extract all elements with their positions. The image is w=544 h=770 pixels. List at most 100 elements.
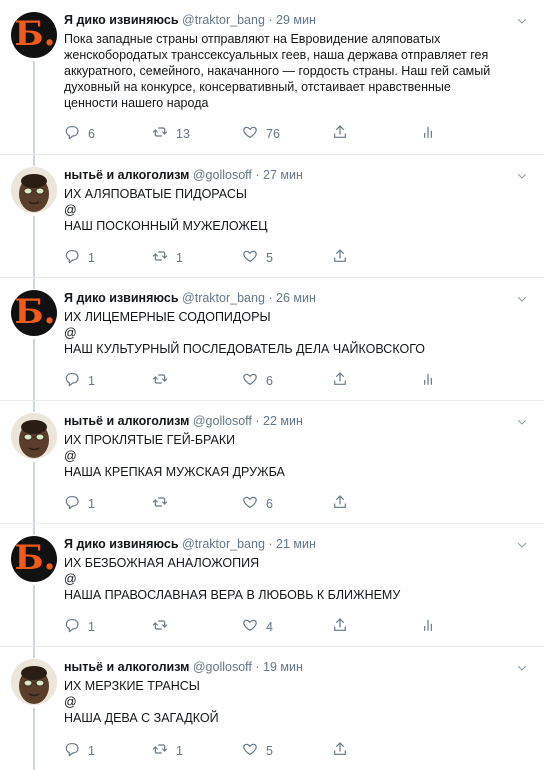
avatar[interactable]: Б. <box>11 536 57 582</box>
tweet-text-line: ИХ ПРОКЛЯТЫЕ ГЕЙ-БРАКИ <box>64 433 236 447</box>
avatar[interactable]: Б. <box>11 12 57 58</box>
separator-dot: · <box>251 168 263 182</box>
stats-button[interactable] <box>420 371 444 390</box>
tweet-text-line: ИХ ЛИЦЕМЕРНЫЕ СОДОПИДОРЫ <box>64 310 271 324</box>
like-button[interactable]: 6 <box>242 371 273 390</box>
tweet[interactable]: Б. Я дико извиняюсь @traktor_bang · 26 ми… <box>0 278 544 401</box>
retweet-count: 13 <box>176 126 190 141</box>
timestamp[interactable]: 29 мин <box>276 13 316 27</box>
retweet-count: 1 <box>176 250 183 265</box>
tweet-text-line: НАШ КУЛЬТУРНЫЙ ПОСЛЕДОВАТЕЛЬ ДЕЛА ЧАЙКОВ… <box>64 342 425 356</box>
reply-icon <box>64 617 88 636</box>
timestamp[interactable]: 27 мин <box>263 168 303 182</box>
separator-dot: · <box>264 291 277 305</box>
reply-button[interactable]: 1 <box>64 741 95 760</box>
tweet-actions: 1 1 5 <box>64 741 444 759</box>
like-count: 5 <box>266 743 273 758</box>
reply-count: 1 <box>88 619 95 634</box>
share-button[interactable] <box>332 371 356 390</box>
like-count: 4 <box>266 619 273 634</box>
user-handle[interactable]: @traktor_bang <box>182 13 265 27</box>
chevron-down-icon[interactable] <box>516 538 528 550</box>
stats-button[interactable] <box>420 124 444 143</box>
user-handle[interactable]: @gollosoff <box>193 414 252 428</box>
display-name[interactable]: Я дико извиняюсь <box>64 537 179 551</box>
tweet[interactable]: нытьё и алкоголизм @gollosoff · 19 мин ИХ… <box>0 647 544 770</box>
timestamp[interactable]: 26 мин <box>276 291 316 305</box>
reply-button[interactable]: 1 <box>64 617 95 636</box>
user-handle[interactable]: @gollosoff <box>193 168 252 182</box>
tweet-text-line: ИХ АЛЯПОВАТЫЕ ПИДОРАСЫ <box>64 187 247 201</box>
tweet-text-line: ИХ МЕРЗКИЕ ТРАНСЫ <box>64 679 200 693</box>
retweet-button[interactable]: 1 <box>152 741 183 760</box>
user-handle[interactable]: @traktor_bang <box>182 291 265 305</box>
retweet-button[interactable] <box>152 617 176 636</box>
display-name[interactable]: нытьё и алкоголизм <box>64 414 189 428</box>
tweet-text: ИХ ЛИЦЕМЕРНЫЕ СОДОПИДОРЫ @ НАШ КУЛЬТУРНЫЙ … <box>64 309 532 357</box>
display-name[interactable]: нытьё и алкоголизм <box>64 168 189 182</box>
display-name[interactable]: нытьё и алкоголизм <box>64 660 189 674</box>
like-count: 76 <box>266 126 280 141</box>
like-button[interactable]: 4 <box>242 617 273 636</box>
thread-line <box>33 524 35 535</box>
retweet-button[interactable] <box>152 371 176 390</box>
tweet-header: нытьё и алкоголизм @gollosoff · 22 мин <box>64 413 532 430</box>
tweet[interactable]: нытьё и алкоголизм @gollosoff · 27 мин ИХ… <box>0 155 544 278</box>
chevron-down-icon[interactable] <box>516 292 528 304</box>
like-button[interactable]: 76 <box>242 124 280 143</box>
avatar[interactable] <box>11 167 57 213</box>
tweet-text-line: @ <box>64 695 77 709</box>
avatar[interactable] <box>11 659 57 705</box>
share-button[interactable] <box>332 741 356 760</box>
tweet-content: нытьё и алкоголизм @gollosoff · 19 мин ИХ… <box>64 659 532 726</box>
reply-button[interactable]: 1 <box>64 494 95 513</box>
retweet-button[interactable] <box>152 494 176 513</box>
timestamp[interactable]: 21 мин <box>276 537 316 551</box>
timestamp[interactable]: 19 мин <box>263 660 303 674</box>
share-button[interactable] <box>332 494 356 513</box>
tweet[interactable]: нытьё и алкоголизм @gollosoff · 22 мин ИХ… <box>0 401 544 524</box>
share-icon <box>332 494 356 513</box>
chevron-down-icon[interactable] <box>516 661 528 673</box>
like-button[interactable]: 5 <box>242 248 273 267</box>
separator-dot: · <box>264 13 277 27</box>
reply-icon <box>64 494 88 513</box>
display-name[interactable]: Я дико извиняюсь <box>64 291 179 305</box>
timestamp[interactable]: 22 мин <box>263 414 303 428</box>
tweet-text: ИХ АЛЯПОВАТЫЕ ПИДОРАСЫ @ НАШ ПОСКОННЫЙ МУЖ… <box>64 186 532 234</box>
tweet-text-line: @ <box>64 449 77 463</box>
retweet-button[interactable]: 1 <box>152 248 183 267</box>
tweet[interactable]: Б. Я дико извиняюсь @traktor_bang · 21 ми… <box>0 524 544 647</box>
like-button[interactable]: 6 <box>242 494 273 513</box>
user-handle[interactable]: @traktor_bang <box>182 537 265 551</box>
tweet-header: Я дико извиняюсь @traktor_bang · 26 мин <box>64 290 532 307</box>
avatar[interactable]: Б. <box>11 290 57 336</box>
share-button[interactable] <box>332 124 356 143</box>
reply-button[interactable]: 6 <box>64 124 95 143</box>
reply-count: 1 <box>88 373 95 388</box>
display-name[interactable]: Я дико извиняюсь <box>64 13 179 27</box>
retweet-icon <box>152 124 176 143</box>
user-handle[interactable]: @gollosoff <box>193 660 252 674</box>
reply-button[interactable]: 1 <box>64 248 95 267</box>
avatar[interactable] <box>11 413 57 459</box>
reply-button[interactable]: 1 <box>64 371 95 390</box>
tweet-text: Пока западные страны отправляют на Евров… <box>64 31 532 111</box>
like-button[interactable]: 5 <box>242 741 273 760</box>
heart-icon <box>242 494 266 513</box>
retweet-button[interactable]: 13 <box>152 124 190 143</box>
chevron-down-icon[interactable] <box>516 169 528 181</box>
share-button[interactable] <box>332 617 356 636</box>
stats-button[interactable] <box>420 617 444 636</box>
share-icon <box>332 248 356 267</box>
like-count: 6 <box>266 496 273 511</box>
chevron-down-icon[interactable] <box>516 415 528 427</box>
chevron-down-icon[interactable] <box>516 14 528 26</box>
like-count: 5 <box>266 250 273 265</box>
tweet[interactable]: Б. Я дико извиняюсь @traktor_bang · 29 ми… <box>0 0 544 155</box>
share-button[interactable] <box>332 248 356 267</box>
tweet-actions: 16 <box>64 371 444 389</box>
tweet-actions: 1 1 5 <box>64 248 444 266</box>
separator-dot: · <box>251 414 263 428</box>
avatar-letter: Б. <box>14 14 56 54</box>
